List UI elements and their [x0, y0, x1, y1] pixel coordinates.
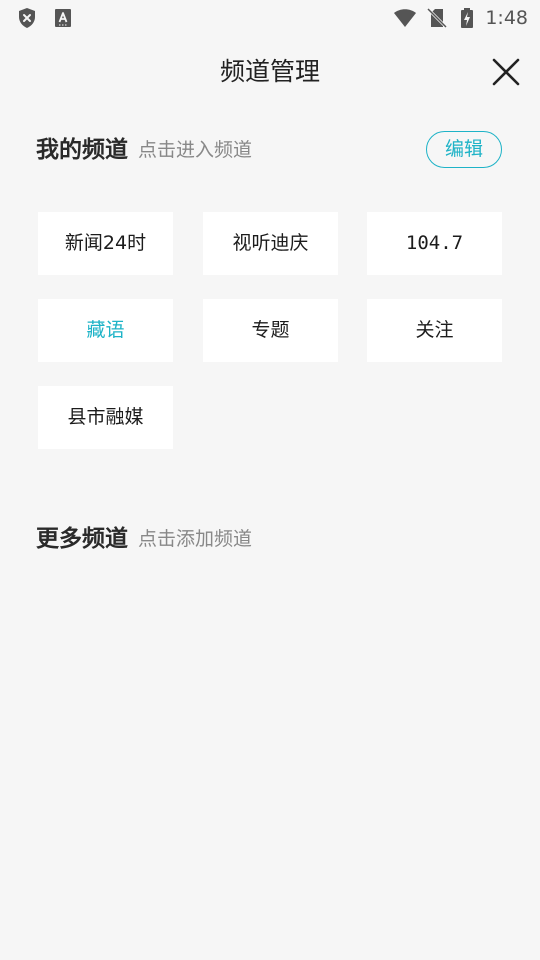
channel-tile[interactable]: 关注: [367, 299, 502, 362]
status-bar: 1:48: [0, 0, 540, 36]
channel-tile-active[interactable]: 藏语: [38, 299, 173, 362]
edit-button[interactable]: 编辑: [426, 131, 502, 168]
more-channels-hint: 点击添加频道: [138, 528, 253, 550]
more-channels-header: 更多频道 点击添加频道: [36, 519, 506, 559]
wifi-icon: [394, 9, 416, 27]
keyboard-a-icon: [55, 9, 71, 27]
shield-x-icon: [19, 8, 35, 28]
channel-tile[interactable]: 视听迪庆: [203, 212, 338, 275]
channel-tile[interactable]: 专题: [203, 299, 338, 362]
my-channels-title: 我的频道: [36, 137, 128, 163]
header: 频道管理: [0, 44, 540, 100]
channel-tile[interactable]: 新闻24时: [38, 212, 173, 275]
close-icon: [492, 58, 520, 86]
close-button[interactable]: [490, 56, 522, 88]
channel-tile[interactable]: 县市融媒: [38, 386, 173, 449]
battery-charging-icon: [461, 8, 473, 28]
my-channels-header: 我的频道 点击进入频道 编辑: [36, 130, 506, 170]
status-time: 1:48: [485, 7, 528, 29]
page-title: 频道管理: [219, 57, 320, 86]
more-channels-title: 更多频道: [36, 526, 128, 552]
my-channels-hint: 点击进入频道: [138, 139, 253, 161]
no-sim-icon: [426, 7, 448, 29]
channel-tile[interactable]: 104.7: [367, 212, 502, 275]
